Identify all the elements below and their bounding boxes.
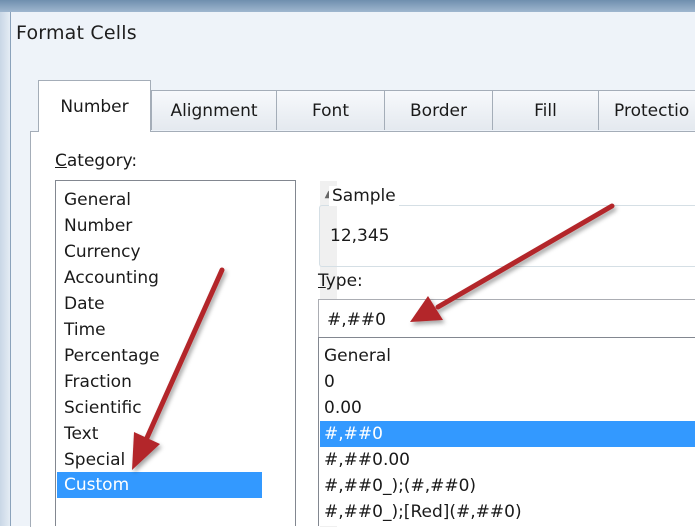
type-format-list[interactable]: General 0 0.00 #,##0 #,##0.00 #,##0_);(#… (318, 337, 695, 526)
category-label-accesskey: C (55, 151, 67, 171)
tab-alignment[interactable]: Alignment (151, 90, 277, 130)
category-item-currency[interactable]: Currency (62, 239, 143, 265)
tab-font[interactable]: Font (276, 90, 385, 130)
category-item-general[interactable]: General (62, 187, 133, 213)
dialog-title: Format Cells (16, 22, 137, 44)
tab-fill[interactable]: Fill (492, 90, 599, 130)
tab-border[interactable]: Border (384, 90, 493, 130)
category-label-text: ategory: (66, 151, 138, 171)
category-item-custom[interactable]: Custom (57, 472, 262, 498)
type-item-0-00[interactable]: 0.00 (324, 395, 362, 421)
category-item-scientific[interactable]: Scientific (62, 395, 144, 421)
type-label-accesskey: T (318, 271, 326, 291)
type-item-thousands-decimals[interactable]: #,##0.00 (324, 447, 410, 473)
sample-value: 12,345 (330, 226, 390, 246)
type-label-text: ype: (325, 271, 363, 291)
category-item-accounting[interactable]: Accounting (62, 265, 161, 291)
window-frame-left (0, 12, 10, 526)
category-list[interactable]: General Number Currency Accounting Date … (55, 180, 337, 527)
tab-protection[interactable]: Protectio (598, 90, 695, 130)
type-label: Type: (318, 271, 363, 291)
type-item-red-negatives[interactable]: #,##0_);[Red](#,##0) (324, 499, 522, 525)
category-item-text[interactable]: Text (62, 421, 100, 447)
category-item-fraction[interactable]: Fraction (62, 369, 134, 395)
type-item-0[interactable]: 0 (324, 369, 335, 395)
type-item-accounting-parens[interactable]: #,##0_);(#,##0) (324, 473, 476, 499)
type-item-general[interactable]: General (324, 343, 391, 369)
category-item-time[interactable]: Time (62, 317, 108, 343)
category-item-number[interactable]: Number (62, 213, 134, 239)
window-frame-top (0, 0, 695, 12)
format-cells-dialog: Format Cells Number Alignment Font Borde… (0, 0, 695, 527)
category-item-date[interactable]: Date (62, 291, 107, 317)
tab-number[interactable]: Number (38, 80, 151, 132)
type-input[interactable]: #,##0 (318, 299, 695, 339)
category-label: Category: (55, 151, 137, 171)
category-item-percentage[interactable]: Percentage (62, 343, 162, 369)
type-item-thousands[interactable]: #,##0 (320, 421, 695, 447)
category-item-special[interactable]: Special (62, 447, 127, 473)
sample-legend: Sample (329, 186, 399, 206)
